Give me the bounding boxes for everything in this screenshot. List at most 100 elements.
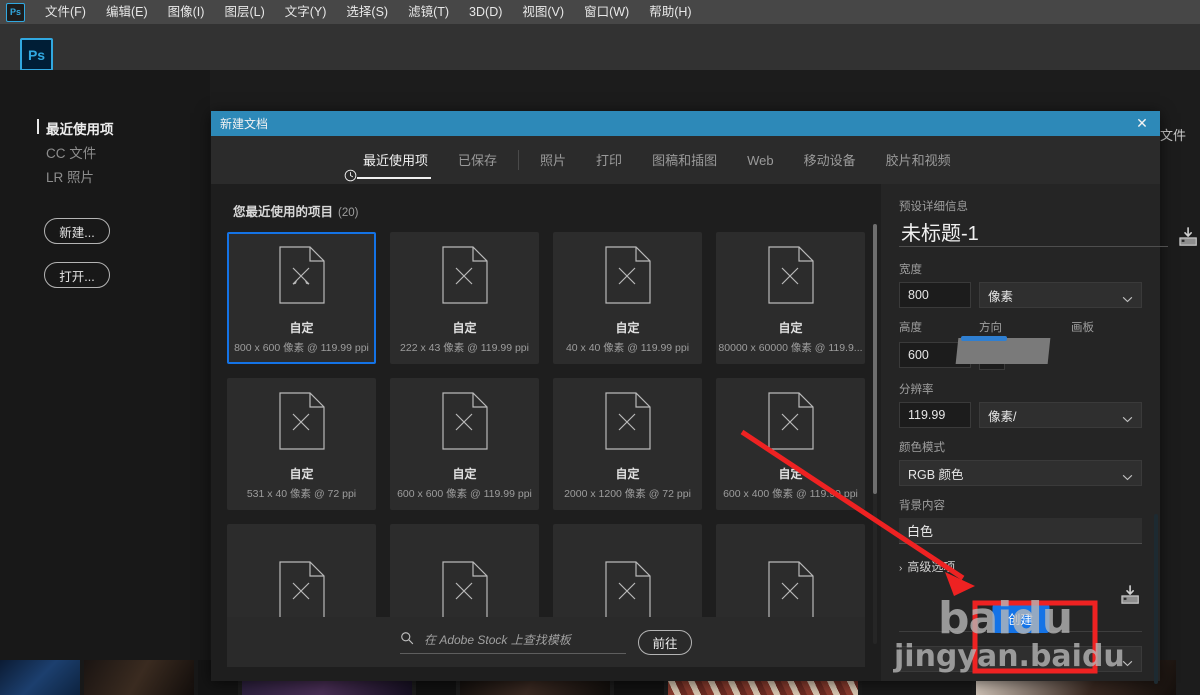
stock-search-input[interactable] xyxy=(422,632,626,648)
menu-3d[interactable]: 3D(D) xyxy=(459,0,512,24)
template-meta: 40 x 40 像素 @ 119.99 ppi xyxy=(565,341,690,354)
tab-saved[interactable]: 已保存 xyxy=(443,137,512,184)
options-bar xyxy=(0,24,1200,70)
stock-go-button[interactable]: 前往 xyxy=(638,629,692,655)
template-grid: 自定 800 x 600 像素 @ 119.99 ppi 自定 222 x 43… xyxy=(227,232,865,656)
chevron-down-icon xyxy=(1122,412,1133,422)
template-name: 自定 xyxy=(289,466,314,481)
tab-art-illustration[interactable]: 图稿和插图 xyxy=(637,137,732,184)
template-meta: 222 x 43 像素 @ 119.99 ppi xyxy=(400,341,529,354)
preset-title-row xyxy=(899,219,1197,247)
template-name: 自定 xyxy=(615,320,640,335)
width-unit-select[interactable]: 像素 xyxy=(979,282,1142,308)
menu-edit[interactable]: 编辑(E) xyxy=(96,0,158,24)
tab-web[interactable]: Web xyxy=(732,137,789,184)
height-input[interactable] xyxy=(899,342,971,368)
template-card[interactable]: 自定 531 x 40 像素 @ 72 ppi xyxy=(227,378,376,510)
template-name: 自定 xyxy=(778,466,803,481)
advanced-options-toggle[interactable]: › 高级选项 xyxy=(899,558,1142,575)
resolution-unit-select[interactable]: 像素/ xyxy=(979,402,1142,428)
ps-logo-icon: Ps xyxy=(6,2,25,22)
template-card[interactable]: 自定 800 x 600 像素 @ 119.99 ppi xyxy=(227,232,376,364)
menu-filter[interactable]: 滤镜(T) xyxy=(398,0,459,24)
template-card[interactable]: 自定 40 x 40 像素 @ 119.99 ppi xyxy=(553,232,702,364)
menu-window[interactable]: 窗口(W) xyxy=(574,0,639,24)
tab-label: 图稿和插图 xyxy=(652,152,718,168)
scrollbar-thumb[interactable] xyxy=(873,224,877,494)
create-button[interactable]: 创建 xyxy=(991,604,1050,633)
height-label: 高度 xyxy=(899,322,922,334)
chevron-down-icon xyxy=(1122,292,1133,302)
dialog-title: 新建文档 xyxy=(220,117,269,131)
sidebar-item-lr-photos[interactable]: LR 照片 xyxy=(46,166,94,186)
tab-label: 照片 xyxy=(540,152,567,168)
grid-scrollbar[interactable] xyxy=(873,224,877,644)
home-open-button[interactable]: 打开... xyxy=(44,262,110,288)
dialog-body: 您最近使用的项目 (20) 自定 800 x 600 像素 @ 119.99 pp… xyxy=(211,184,1197,684)
home-sidebar: 最近使用项 CC 文件 LR 照片 新建... 打开... xyxy=(0,70,210,695)
template-meta: 80000 x 60000 像素 @ 119.9... xyxy=(718,341,863,354)
bg-content-input[interactable] xyxy=(899,518,1142,544)
color-mode-select[interactable]: RGB 颜色 xyxy=(899,460,1142,486)
template-card[interactable]: 自定 600 x 600 像素 @ 119.99 ppi xyxy=(390,378,539,510)
template-meta: 600 x 600 像素 @ 119.99 ppi xyxy=(397,487,532,500)
resolution-row: 像素/ xyxy=(899,402,1142,428)
tab-film-video[interactable]: 胶片和视频 xyxy=(871,137,966,184)
home-new-button[interactable]: 新建... xyxy=(44,218,110,244)
template-card[interactable]: 自定 222 x 43 像素 @ 119.99 ppi xyxy=(390,232,539,364)
height-orientation-labels: 高度 方向 画板 xyxy=(899,319,1142,335)
color-mode-value: RGB 颜色 xyxy=(908,467,964,482)
preset-details-panel: 预设详细信息 宽度 像素 高度 方向 画板 xyxy=(881,184,1197,684)
template-card[interactable]: 自定 80000 x 60000 像素 @ 119.9... xyxy=(716,232,865,364)
dialog-tab-bar: 最近使用项 已保存 照片 打印 图稿和插图 Web 移动设备 胶片和视频 xyxy=(211,136,1160,185)
template-card[interactable]: 自定 2000 x 1200 像素 @ 72 ppi xyxy=(553,378,702,510)
filmstrip-thumb[interactable] xyxy=(0,660,80,695)
document-icon xyxy=(604,560,651,624)
tab-mobile[interactable]: 移动设备 xyxy=(789,137,871,184)
width-input[interactable] xyxy=(899,282,971,308)
resolution-input[interactable] xyxy=(899,402,971,428)
recent-items-pane: 您最近使用的项目 (20) 自定 800 x 600 像素 @ 119.99 pp… xyxy=(211,184,881,681)
template-meta: 531 x 40 像素 @ 72 ppi xyxy=(246,487,357,500)
document-icon xyxy=(441,245,488,309)
tab-label: 最近使用项 xyxy=(363,152,429,168)
tab-print[interactable]: 打印 xyxy=(581,137,637,184)
filmstrip-thumb[interactable] xyxy=(84,660,194,695)
width-unit-value: 像素 xyxy=(988,289,1014,304)
menu-type[interactable]: 文字(Y) xyxy=(275,0,337,24)
document-name-input[interactable] xyxy=(899,219,1168,247)
color-mode-row: RGB 颜色 xyxy=(899,460,1142,486)
menu-image[interactable]: 图像(I) xyxy=(158,0,215,24)
menu-file[interactable]: 文件(F) xyxy=(35,0,96,24)
save-preset-icon[interactable] xyxy=(1120,585,1142,605)
sidebar-item-recent[interactable]: 最近使用项 xyxy=(37,118,114,138)
chevron-down-icon xyxy=(1122,656,1133,666)
menu-layer[interactable]: 图层(L) xyxy=(214,0,274,24)
document-icon xyxy=(441,560,488,624)
tab-separator xyxy=(518,150,520,170)
height-orientation-row xyxy=(899,336,1142,370)
chevron-down-icon xyxy=(1122,470,1133,480)
preset-panel-scrollbar[interactable] xyxy=(1154,514,1158,684)
tab-photo[interactable]: 照片 xyxy=(525,137,581,184)
menu-view[interactable]: 视图(V) xyxy=(512,0,574,24)
template-name: 自定 xyxy=(452,320,477,335)
template-name: 自定 xyxy=(615,466,640,481)
menu-select[interactable]: 选择(S) xyxy=(336,0,398,24)
document-icon xyxy=(604,391,651,455)
tab-recent[interactable]: 最近使用项 xyxy=(329,137,443,184)
adobe-stock-search-bar: 前往 xyxy=(227,617,865,667)
advanced-save-icon-row xyxy=(899,585,1142,605)
width-row: 像素 xyxy=(899,282,1142,308)
sidebar-item-cc-files[interactable]: CC 文件 xyxy=(46,142,96,162)
template-card[interactable]: 自定 600 x 400 像素 @ 119.99 ppi xyxy=(716,378,865,510)
close-icon[interactable]: ✕ xyxy=(1124,111,1160,136)
orientation-label: 方向 xyxy=(979,322,1002,334)
save-preset-icon[interactable] xyxy=(1178,227,1200,247)
menu-help[interactable]: 帮助(H) xyxy=(639,0,701,24)
clock-icon xyxy=(344,154,357,181)
orientation-portrait-button[interactable] xyxy=(979,340,1005,370)
tab-label: 打印 xyxy=(596,152,623,168)
tab-label: 胶片和视频 xyxy=(885,152,951,168)
advanced-profile-select[interactable] xyxy=(899,646,1142,672)
